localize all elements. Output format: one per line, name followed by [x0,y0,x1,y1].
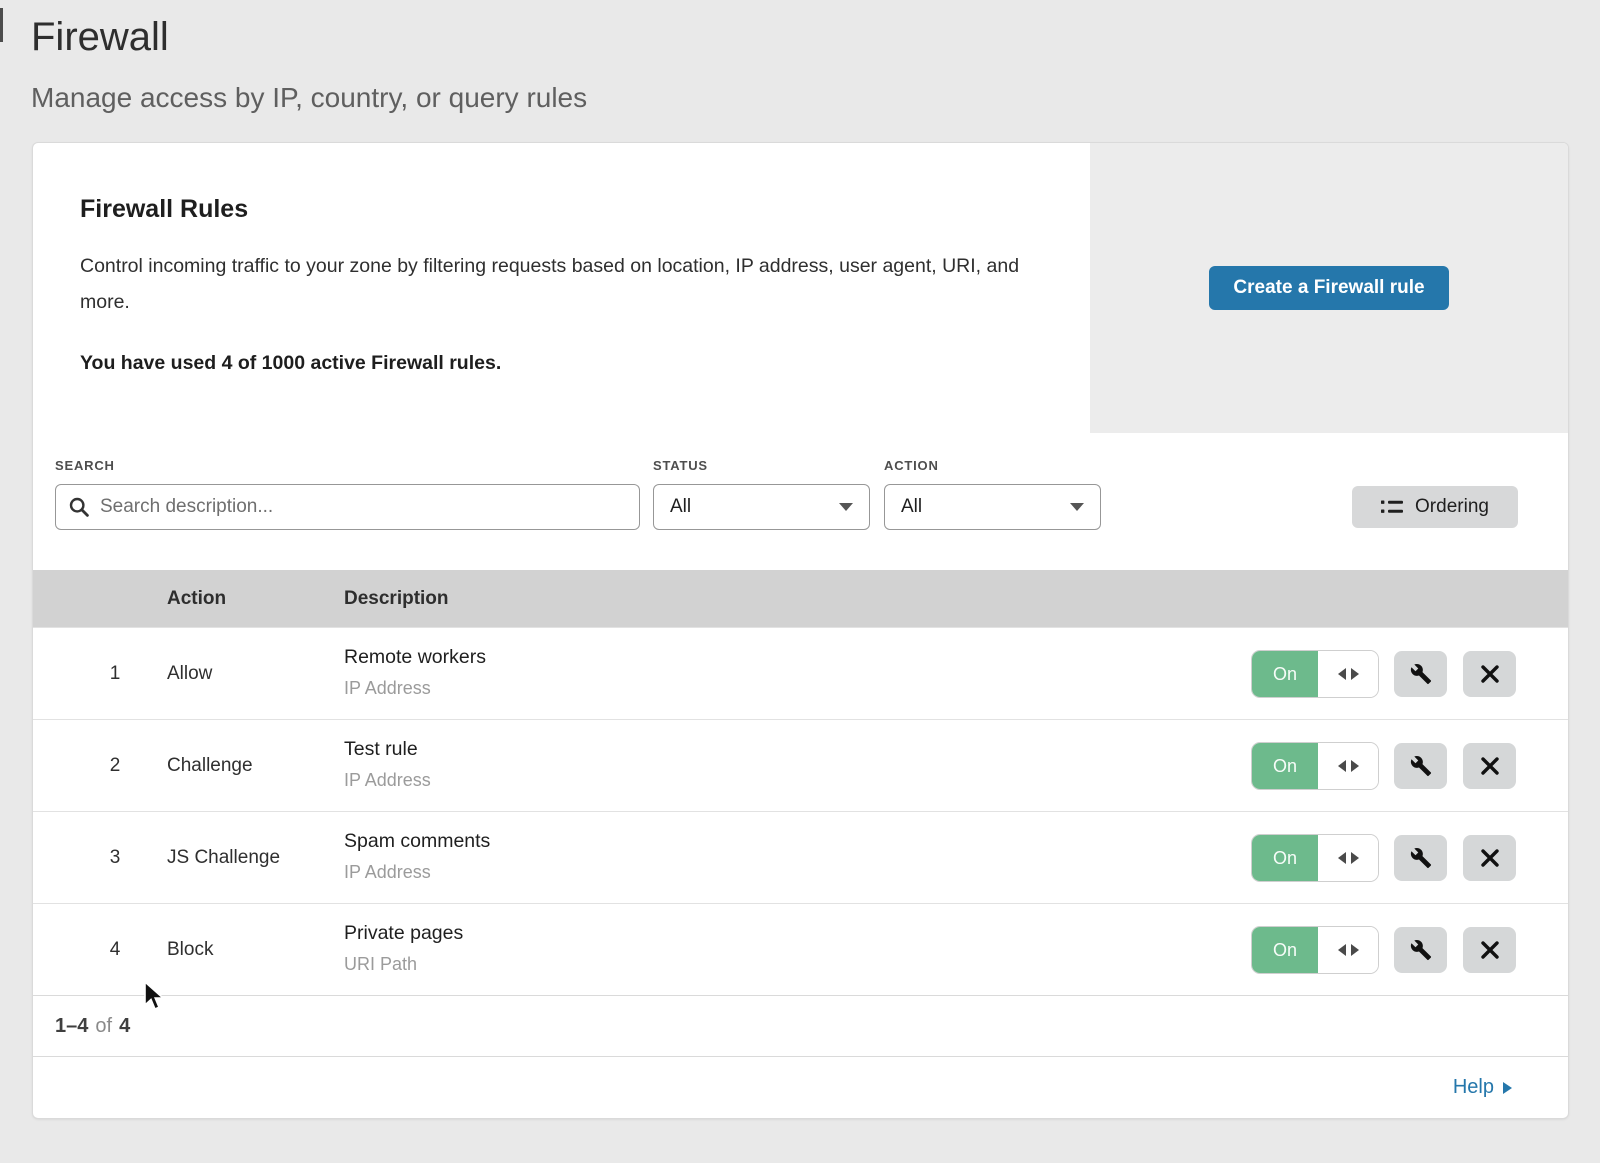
edit-rule-button[interactable] [1394,835,1447,881]
filters-bar: SEARCH STATUS All ACTION All Orde [33,433,1568,570]
edit-rule-button[interactable] [1394,743,1447,789]
create-firewall-rule-button[interactable]: Create a Firewall rule [1209,266,1448,310]
toggle-on-label: On [1252,927,1318,973]
rule-action: Challenge [167,720,253,811]
search-icon [69,497,89,517]
delete-rule-button[interactable] [1463,743,1516,789]
arrow-right-icon [1351,852,1359,864]
toggle-handle[interactable] [1318,927,1378,973]
close-icon [1481,941,1499,959]
toggle-handle[interactable] [1318,743,1378,789]
wrench-icon [1410,939,1432,961]
toggle-handle[interactable] [1318,651,1378,697]
close-icon [1481,665,1499,683]
rule-match-type: IP Address [344,770,431,791]
page-subtitle: Manage access by IP, country, or query r… [31,82,1600,114]
close-icon [1481,849,1499,867]
rule-enabled-toggle[interactable]: On [1252,651,1378,697]
action-select-value: All [901,496,922,518]
help-row: Help [33,1056,1568,1118]
arrow-left-icon [1338,760,1346,772]
action-label: ACTION [884,458,939,473]
table-header: Action Description [33,570,1568,627]
help-link[interactable]: Help [1453,1076,1512,1099]
status-select-value: All [670,496,691,518]
window-edge [0,8,3,42]
rule-match-type: URI Path [344,954,417,975]
rule-description: Test rule [344,738,418,761]
arrow-left-icon [1338,852,1346,864]
rule-priority: 2 [95,720,135,811]
search-field-wrap [55,484,640,530]
rule-enabled-toggle[interactable]: On [1252,927,1378,973]
rule-enabled-toggle[interactable]: On [1252,835,1378,881]
section-heading: Firewall Rules [80,195,1030,224]
chevron-down-icon [1070,503,1084,511]
toggle-on-label: On [1252,651,1318,697]
column-header-action: Action [167,570,226,627]
rule-enabled-toggle[interactable]: On [1252,743,1378,789]
section-description: Control incoming traffic to your zone by… [80,248,1030,320]
rule-action: Block [167,904,213,995]
hero-action-panel: Create a Firewall rule [1090,143,1568,433]
status-select[interactable]: All [653,484,870,530]
table-row: 1 Allow Remote workers IP Address On [33,627,1568,719]
rule-description: Spam comments [344,830,490,853]
delete-rule-button[interactable] [1463,927,1516,973]
close-icon [1481,757,1499,775]
pagination-total: 4 [119,1015,130,1038]
hero-section: Firewall Rules Control incoming traffic … [33,143,1568,433]
rule-priority: 3 [95,812,135,903]
rule-description: Remote workers [344,646,486,669]
table-row: 4 Block Private pages URI Path On [33,903,1568,995]
list-ordering-icon [1381,499,1403,516]
pagination-range: 1–4 [55,1015,88,1038]
column-header-description: Description [344,570,449,627]
table-row: 3 JS Challenge Spam comments IP Address … [33,811,1568,903]
rule-action: Allow [167,628,212,719]
chevron-down-icon [839,503,853,511]
toggle-handle[interactable] [1318,835,1378,881]
arrow-right-icon [1351,944,1359,956]
pagination-row: 1–4 of 4 [33,995,1568,1056]
wrench-icon [1410,847,1432,869]
search-label: SEARCH [55,458,115,473]
arrow-right-icon [1351,668,1359,680]
page-title: Firewall [31,14,1600,60]
action-select[interactable]: All [884,484,1101,530]
firewall-rules-card: Firewall Rules Control incoming traffic … [33,143,1568,1118]
rule-match-type: IP Address [344,862,431,883]
table-row: 2 Challenge Test rule IP Address On [33,719,1568,811]
ordering-button[interactable]: Ordering [1352,486,1518,528]
rule-action: JS Challenge [167,812,280,903]
arrow-left-icon [1338,668,1346,680]
ordering-button-label: Ordering [1415,496,1489,518]
rule-priority: 1 [95,628,135,719]
wrench-icon [1410,755,1432,777]
help-link-label: Help [1453,1076,1494,1099]
rule-match-type: IP Address [344,678,431,699]
rule-description: Private pages [344,922,463,945]
pagination-of: of [95,1015,112,1038]
wrench-icon [1410,663,1432,685]
edit-rule-button[interactable] [1394,651,1447,697]
page-header: Firewall Manage access by IP, country, o… [0,0,1600,114]
caret-right-icon [1503,1082,1512,1094]
delete-rule-button[interactable] [1463,835,1516,881]
search-input[interactable] [55,484,640,530]
delete-rule-button[interactable] [1463,651,1516,697]
toggle-on-label: On [1252,835,1318,881]
usage-note: You have used 4 of 1000 active Firewall … [80,352,1030,375]
rule-priority: 4 [95,904,135,995]
status-label: STATUS [653,458,708,473]
toggle-on-label: On [1252,743,1318,789]
hero-text-panel: Firewall Rules Control incoming traffic … [33,143,1090,433]
arrow-left-icon [1338,944,1346,956]
arrow-right-icon [1351,760,1359,772]
edit-rule-button[interactable] [1394,927,1447,973]
